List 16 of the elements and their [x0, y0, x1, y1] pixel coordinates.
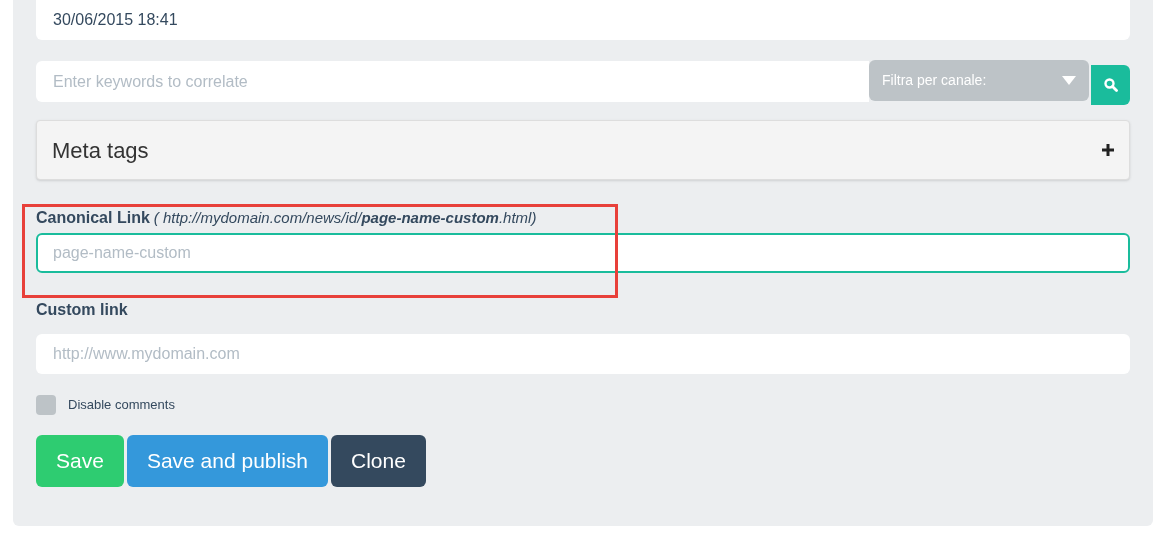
field-label: Custom link	[36, 300, 129, 318]
url-hint: ( http://mydomain.com/news/id/page-name-custom.html)	[153, 208, 537, 228]
action-button[interactable]: Clone	[331, 435, 426, 487]
field-label: Canonical Link	[36, 208, 150, 228]
plus-icon[interactable]	[1102, 144, 1114, 156]
search-icon	[1103, 78, 1118, 92]
caret-icon	[1062, 76, 1076, 85]
meta-tags-panel[interactable]: Meta tags	[36, 120, 1130, 180]
custom-link-field[interactable]: http://www.mydomain.com	[36, 334, 1130, 374]
checkbox-label: Disable comments	[68, 396, 175, 415]
search-button[interactable]	[1091, 65, 1130, 105]
date-field[interactable]: 30/06/2015 18:41	[36, 0, 1130, 40]
panel-title: Meta tags	[52, 136, 149, 165]
canonical-link-field[interactable]: page-name-custom	[36, 233, 1130, 273]
keywords-field[interactable]: Enter keywords to correlate	[36, 61, 869, 102]
checkbox[interactable]	[36, 395, 56, 415]
